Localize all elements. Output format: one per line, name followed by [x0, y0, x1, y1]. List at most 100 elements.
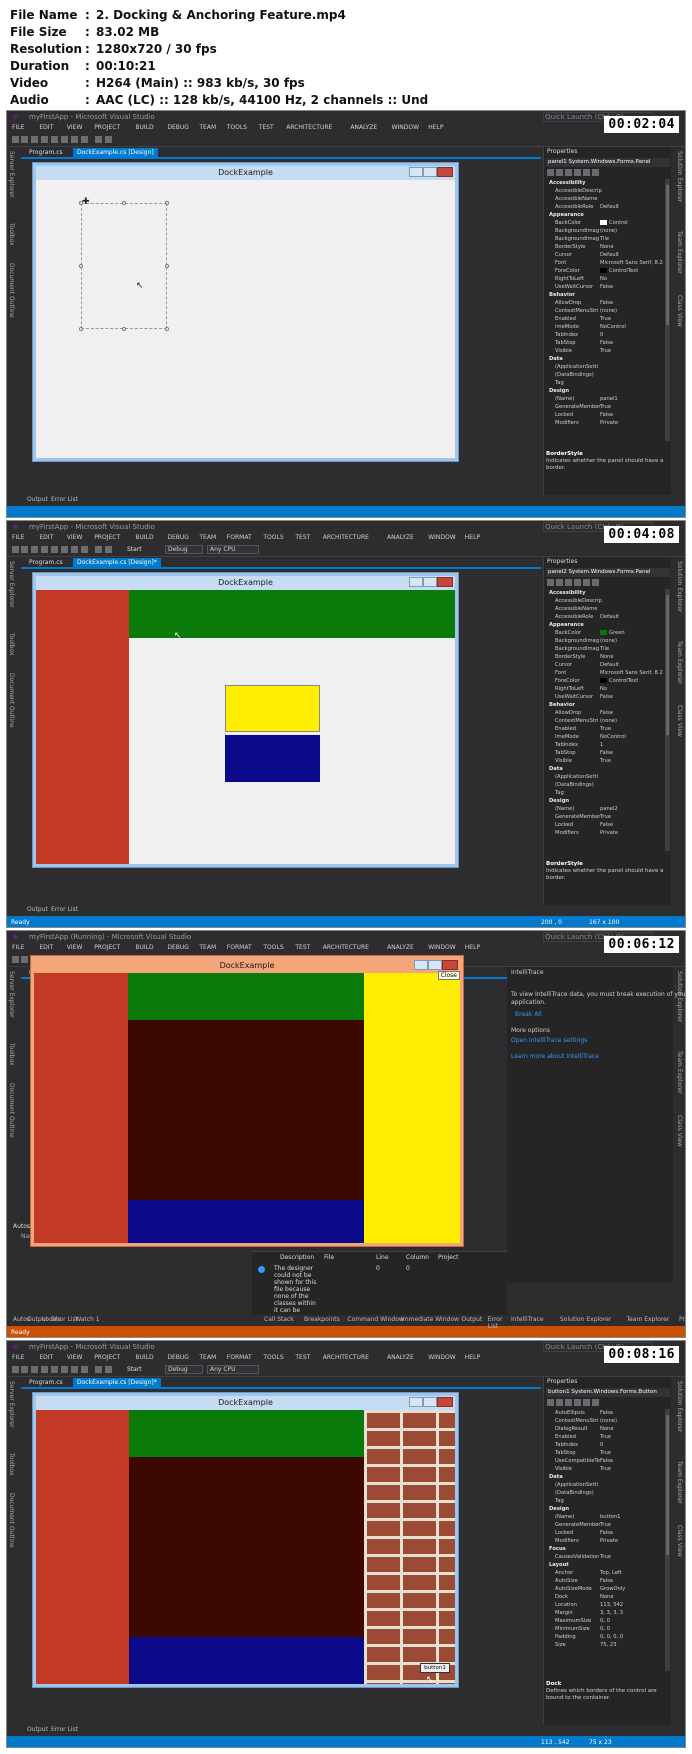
property-category[interactable]: Data — [546, 1473, 664, 1481]
property-row[interactable]: GenerateMember True — [546, 1521, 664, 1529]
property-row[interactable]: BackgroundImag Tile — [546, 235, 664, 243]
property-row[interactable]: Size 75, 23 — [546, 1641, 664, 1649]
property-value[interactable]: (none) — [600, 1417, 664, 1425]
properties-tool-icon[interactable] — [574, 1399, 581, 1406]
toolbar-button-icon[interactable] — [105, 136, 112, 143]
tab-dockexample-design[interactable]: DockExample.cs [Design]* — [73, 558, 161, 567]
side-tab-toolbox[interactable]: Toolbox — [8, 1453, 15, 1476]
menu-item-build[interactable]: BUILD — [135, 1354, 153, 1361]
tab-error-list[interactable]: Error List — [488, 1316, 507, 1330]
maximize-button[interactable] — [423, 1397, 437, 1407]
menu-item-window[interactable]: WINDOW — [428, 944, 455, 951]
yellow-panel[interactable] — [225, 685, 320, 732]
properties-tool-icon[interactable] — [556, 169, 563, 176]
property-row[interactable]: Modifiers Private — [546, 1537, 664, 1545]
resize-handle[interactable] — [79, 327, 83, 331]
properties-tool-icon[interactable] — [583, 1399, 590, 1406]
property-row[interactable]: Visible True — [546, 347, 664, 355]
toolbar-button-icon[interactable] — [71, 1366, 78, 1373]
property-value[interactable]: 0, 0, 0, 0 — [600, 1633, 664, 1641]
property-row[interactable]: AccessibleName — [546, 195, 664, 203]
toolbar-button-icon[interactable] — [41, 136, 48, 143]
menu-item-build[interactable]: BUILD — [135, 534, 153, 541]
menu-item-view[interactable]: VIEW — [67, 944, 83, 951]
properties-tool-icon[interactable] — [565, 169, 572, 176]
properties-object-selector[interactable]: panel2 System.Windows.Forms.Panel — [546, 568, 670, 577]
property-value[interactable]: 75, 23 — [600, 1641, 664, 1649]
property-row[interactable]: GenerateMember True — [546, 403, 664, 411]
menu-item-analyze[interactable]: ANALYZE — [350, 124, 377, 131]
menu-item-project[interactable]: PROJECT — [94, 944, 120, 951]
toolbar-button-icon[interactable] — [21, 546, 28, 553]
property-category[interactable]: Design — [546, 387, 664, 395]
tab-solution-explorer[interactable]: Solution Explorer — [560, 1316, 611, 1323]
menu-item-analyze[interactable]: ANALYZE — [387, 944, 414, 951]
tab-call-stack[interactable]: Call Stack — [264, 1316, 294, 1323]
menu-item-test[interactable]: TEST — [295, 944, 310, 951]
property-row[interactable]: TabStop True — [546, 1449, 664, 1457]
property-value[interactable]: Default — [600, 203, 664, 211]
property-row[interactable]: AutoEllipsis False — [546, 1409, 664, 1417]
menu-item-team[interactable]: TEAM — [199, 944, 216, 951]
tab-command-window[interactable]: Command Window — [347, 1316, 403, 1323]
red-panel-dock-left[interactable] — [36, 1410, 129, 1684]
property-row[interactable]: Padding 0, 0, 0, 0 — [546, 1633, 664, 1641]
property-row[interactable]: GenerateMember True — [546, 813, 664, 821]
property-value[interactable]: None — [600, 1425, 664, 1433]
properties-object-selector[interactable]: button1 System.Windows.Forms.Button — [546, 1388, 670, 1397]
resize-handle[interactable] — [165, 327, 169, 331]
toolbar-button-icon[interactable] — [81, 546, 88, 553]
property-value[interactable]: True — [600, 1521, 664, 1529]
menu-item-help[interactable]: HELP — [465, 944, 480, 951]
property-row[interactable]: Location 113, 542 — [546, 1601, 664, 1609]
property-row[interactable]: (DataBindings) — [546, 1489, 664, 1497]
property-row[interactable]: MaximumSize 0, 0 — [546, 1617, 664, 1625]
config-select[interactable]: Debug — [165, 545, 203, 554]
property-row[interactable]: TabIndex 0 — [546, 1441, 664, 1449]
property-value[interactable]: False — [600, 1529, 664, 1537]
menu-item-debug[interactable]: DEBUG — [167, 944, 189, 951]
menu-item-debug[interactable]: DEBUG — [167, 1354, 189, 1361]
close-button[interactable] — [437, 577, 453, 587]
menu-item-edit[interactable]: EDIT — [39, 534, 53, 541]
property-row[interactable]: (DataBindings) — [546, 371, 664, 379]
toolbar-button-icon[interactable] — [95, 546, 102, 553]
button1[interactable]: button1 — [420, 1663, 450, 1673]
toolbar-button-icon[interactable] — [105, 1366, 112, 1373]
side-tab-solution-explorer[interactable]: Solution Explorer — [676, 1381, 683, 1432]
menu-item-team[interactable]: TEAM — [199, 1354, 216, 1361]
minimize-button[interactable] — [414, 960, 428, 970]
property-value[interactable]: Tile — [600, 235, 664, 243]
property-row[interactable]: BorderStyle None — [546, 653, 664, 661]
config-select[interactable]: Debug — [165, 1365, 203, 1374]
property-row[interactable]: BackgroundImag Tile — [546, 645, 664, 653]
menu-item-edit[interactable]: EDIT — [39, 124, 53, 131]
toolbar-button-icon[interactable] — [105, 546, 112, 553]
toolbar-button-icon[interactable] — [21, 956, 28, 963]
toolbar-button-icon[interactable] — [61, 546, 68, 553]
menu-item-analyze[interactable]: ANALYZE — [387, 1354, 414, 1361]
property-value[interactable]: False — [600, 299, 664, 307]
property-value[interactable]: Default — [600, 661, 664, 669]
property-category[interactable]: Accessibility — [546, 589, 664, 597]
tab-program-cs[interactable]: Program.cs — [25, 558, 67, 567]
tab-program-cs[interactable]: Program.cs — [25, 148, 67, 157]
property-value[interactable]: button1 — [600, 1513, 664, 1521]
scrollbar-thumb[interactable] — [666, 185, 669, 325]
navy-panel[interactable] — [225, 735, 320, 782]
property-row[interactable]: TabStop False — [546, 339, 664, 347]
resize-handle[interactable] — [79, 264, 83, 268]
property-row[interactable]: TabStop False — [546, 749, 664, 757]
property-row[interactable]: ForeColor ControlText — [546, 267, 664, 275]
property-value[interactable]: False — [600, 411, 664, 419]
property-row[interactable]: MinimumSize 0, 0 — [546, 1625, 664, 1633]
properties-tool-icon[interactable] — [565, 1399, 572, 1406]
menu-item-view[interactable]: VIEW — [67, 534, 83, 541]
toolbar-button-icon[interactable] — [51, 546, 58, 553]
menu-item-window[interactable]: WINDOW — [428, 534, 455, 541]
property-category[interactable]: Behavior — [546, 701, 664, 709]
error-list-column-header[interactable]: Column — [406, 1254, 429, 1261]
error-list-column-header[interactable]: File — [324, 1254, 334, 1261]
property-row[interactable]: ImeMode NoControl — [546, 323, 664, 331]
menu-item-edit[interactable]: EDIT — [39, 1354, 53, 1361]
